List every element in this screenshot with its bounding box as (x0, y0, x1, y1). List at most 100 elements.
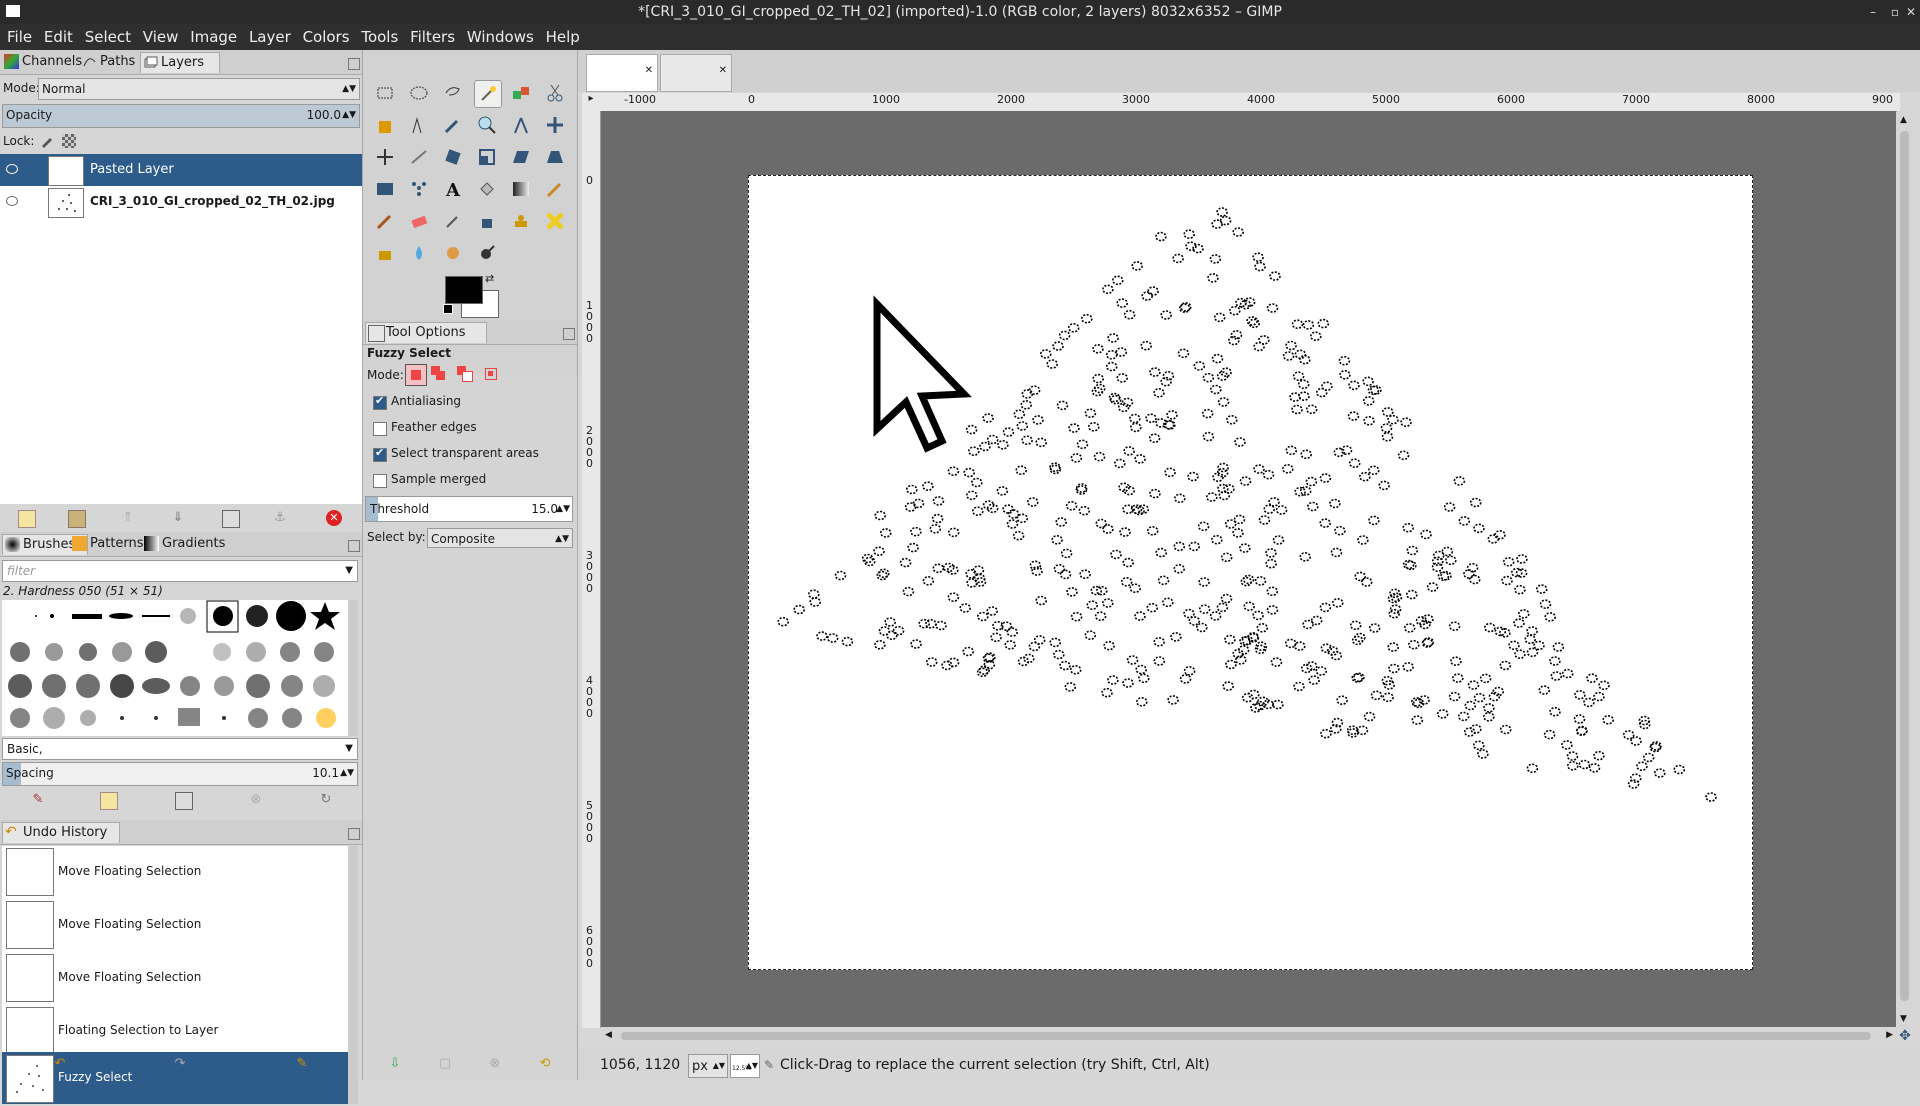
measure-tool[interactable] (508, 112, 534, 138)
horizontal-scrollbar[interactable]: ◀ ▶ (601, 1028, 1897, 1044)
lower-layer-icon[interactable]: ⇓ (170, 510, 186, 526)
new-brush-icon[interactable] (100, 792, 118, 810)
new-layer-icon[interactable] (18, 510, 36, 528)
dodge-burn-tool[interactable] (474, 240, 500, 266)
raise-layer-icon[interactable]: ⇑ (120, 510, 136, 526)
delete-tool-preset-icon[interactable]: ⊗ (487, 1056, 503, 1072)
feather-edges-checkbox[interactable] (373, 422, 387, 436)
select-by-color-tool[interactable] (508, 80, 534, 106)
tab-undo-history[interactable]: ↶ Undo History (2, 822, 120, 843)
menu-select[interactable]: Select (85, 28, 131, 46)
menu-view[interactable]: View (143, 28, 179, 46)
scroll-down-icon[interactable]: ▼ (1900, 1014, 1907, 1024)
dock-menu-icon[interactable] (348, 540, 360, 552)
tab-layers[interactable]: Layers (140, 52, 220, 73)
text-tool[interactable]: A (440, 176, 466, 202)
move-tool[interactable] (542, 112, 568, 138)
scroll-up-icon[interactable]: ▲ (1900, 115, 1907, 125)
zoom-tool[interactable] (474, 112, 500, 138)
shear-tool[interactable] (508, 144, 534, 170)
menu-filters[interactable]: Filters (410, 28, 455, 46)
color-picker-tool[interactable] (440, 112, 466, 138)
dock-menu-icon[interactable] (563, 328, 575, 340)
image-tab[interactable]: ✕ (586, 54, 658, 92)
delete-layer-icon[interactable]: ✕ (326, 510, 342, 526)
mode-subtract-icon[interactable] (457, 366, 473, 382)
scroll-left-icon[interactable]: ◀ (605, 1030, 612, 1040)
foreground-select-tool[interactable] (372, 112, 398, 138)
scale-tool[interactable] (474, 144, 500, 170)
minimize-button[interactable]: – (1862, 0, 1884, 24)
menu-image[interactable]: Image (190, 28, 237, 46)
window-menu-icon[interactable] (6, 5, 20, 17)
brush-preset-input[interactable]: Basic, ▼ (2, 738, 358, 760)
cage-transform-tool[interactable] (406, 176, 432, 202)
ink-tool[interactable] (474, 208, 500, 234)
menu-file[interactable]: File (7, 28, 32, 46)
blur-tool[interactable] (406, 240, 432, 266)
align-tool[interactable] (372, 144, 398, 170)
visibility-eye-icon[interactable] (6, 164, 18, 174)
edit-brush-icon[interactable]: ✎ (30, 792, 46, 808)
image-tab-active[interactable]: ✕ (660, 54, 732, 92)
undo-item[interactable]: Move Floating Selection (2, 899, 348, 951)
ellipse-select-tool[interactable] (406, 80, 432, 106)
clear-history-icon[interactable]: ✎ (294, 1056, 310, 1072)
perspective-clone-tool[interactable] (372, 240, 398, 266)
undo-item[interactable]: Move Floating Selection (2, 952, 348, 1004)
anchor-layer-icon[interactable]: ⚓ (272, 510, 288, 526)
spacing-slider[interactable]: Spacing 10.1 ▲▼ (2, 762, 358, 786)
clone-tool[interactable] (508, 208, 534, 234)
scroll-right-icon[interactable]: ▶ (1886, 1030, 1893, 1040)
layer-row-pasted[interactable]: Pasted Layer (0, 154, 362, 186)
restore-tool-preset-icon[interactable]: ▢ (437, 1056, 453, 1072)
image-canvas[interactable] (748, 175, 1753, 970)
navigate-icon[interactable]: ✥ (1897, 1028, 1913, 1044)
undo-item[interactable]: Floating Selection to Layer (2, 1005, 348, 1057)
horizontal-scroll-thumb[interactable] (621, 1032, 1871, 1040)
eraser-tool[interactable] (406, 208, 432, 234)
opacity-slider[interactable]: Opacity 100.0 ▲▼ (2, 104, 360, 128)
paths-tool[interactable] (406, 112, 432, 138)
brush-filter-input[interactable]: filter ▼ (2, 560, 358, 582)
rect-select-tool[interactable] (372, 80, 398, 106)
save-tool-preset-icon[interactable]: ⇩ (387, 1056, 403, 1072)
heal-tool[interactable] (542, 208, 568, 234)
lock-pixels-icon[interactable] (40, 134, 54, 148)
undo-item[interactable]: Move Floating Selection (2, 846, 348, 898)
duplicate-layer-icon[interactable] (222, 510, 240, 528)
flip-tool[interactable] (372, 176, 398, 202)
menu-layer[interactable]: Layer (249, 28, 291, 46)
crop-tool[interactable] (406, 144, 432, 170)
antialiasing-checkbox[interactable] (373, 394, 387, 410)
select-by-dropdown[interactable]: Composite ▲▼ (427, 528, 573, 548)
menu-edit[interactable]: Edit (44, 28, 73, 46)
dock-menu-icon[interactable] (348, 58, 360, 70)
mode-add-icon[interactable] (431, 366, 447, 382)
pencil-tool[interactable] (542, 176, 568, 202)
new-layer-group-icon[interactable] (68, 510, 86, 528)
tab-tool-options[interactable]: Tool Options (365, 322, 487, 343)
lock-alpha-icon[interactable] (62, 134, 76, 148)
reset-tool-options-icon[interactable]: ⟲ (537, 1056, 553, 1072)
close-button[interactable]: ✕ (1900, 0, 1920, 24)
brush-grid-scrollbar[interactable] (348, 600, 358, 736)
menu-windows[interactable]: Windows (467, 28, 534, 46)
perspective-tool[interactable] (542, 144, 568, 170)
smudge-tool[interactable] (440, 240, 466, 266)
mode-intersect-icon[interactable] (483, 366, 499, 382)
fuzzy-select-tool[interactable] (474, 80, 502, 108)
dock-menu-icon[interactable] (348, 828, 360, 840)
undo-icon[interactable]: ↶ (52, 1056, 68, 1072)
scissors-tool[interactable] (542, 80, 568, 106)
default-colors-icon[interactable] (443, 304, 453, 314)
select-transparent-checkbox[interactable] (373, 446, 387, 462)
menu-colors[interactable]: Colors (303, 28, 350, 46)
vertical-scroll-thumb[interactable] (1900, 131, 1909, 1001)
visibility-eye-icon[interactable] (6, 196, 18, 206)
threshold-slider[interactable]: Threshold 15.0 ▲▼ (365, 496, 573, 522)
refresh-brushes-icon[interactable]: ↻ (318, 792, 334, 808)
airbrush-tool[interactable] (440, 208, 466, 234)
lasso-tool[interactable] (440, 80, 466, 106)
delete-brush-icon[interactable]: ⊗ (248, 792, 264, 808)
